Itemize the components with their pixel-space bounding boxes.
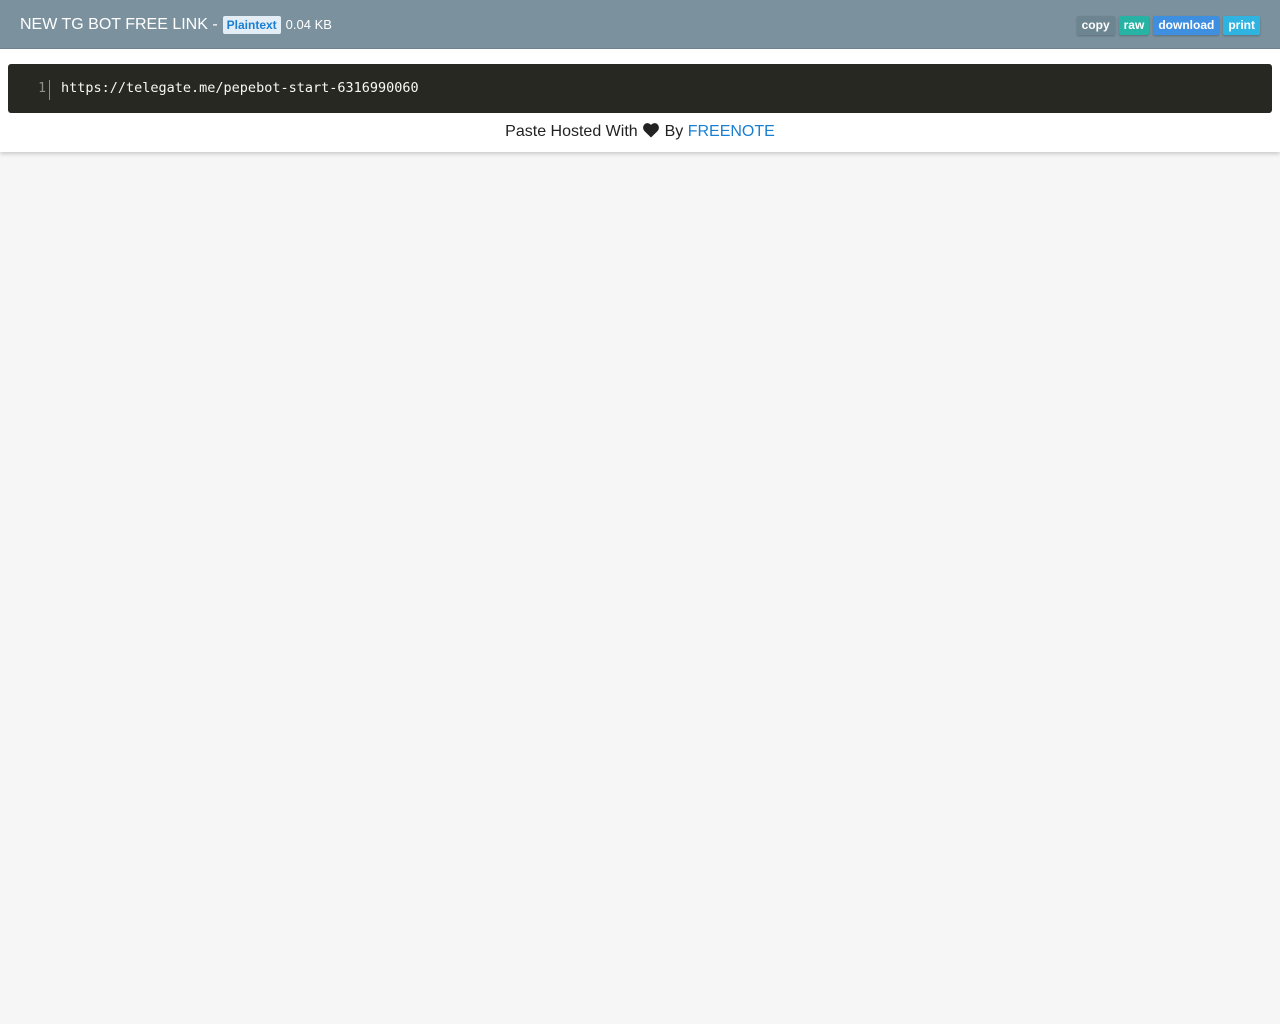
paste-header: NEW TG BOT FREE LINK - Plaintext 0.04 KB… (0, 0, 1280, 49)
paste-actions: copy raw download print (1076, 16, 1260, 35)
code-block[interactable]: 1 https://telegate.me/pepebot-start-6316… (8, 64, 1272, 113)
gutter-divider (49, 80, 50, 100)
code-line[interactable]: https://telegate.me/pepebot-start-631699… (61, 79, 419, 97)
language-badge: Plaintext (222, 16, 281, 34)
line-number: 1 (38, 81, 46, 96)
raw-button[interactable]: raw (1118, 16, 1150, 35)
paste-title: NEW TG BOT FREE LINK - (20, 16, 218, 33)
footer-credit: Paste Hosted With By FREENOTE (0, 121, 1280, 143)
title-row: NEW TG BOT FREE LINK - Plaintext 0.04 KB (20, 15, 332, 35)
footer-prefix: Paste Hosted With (505, 123, 638, 140)
footer-by: By (664, 123, 684, 140)
heart-icon (643, 123, 660, 138)
freenote-link[interactable]: FREENOTE (688, 123, 775, 140)
paste-size: 0.04 KB (285, 17, 332, 32)
print-button[interactable]: print (1223, 16, 1260, 35)
paste-card: NEW TG BOT FREE LINK - Plaintext 0.04 KB… (0, 0, 1280, 152)
copy-button[interactable]: copy (1076, 16, 1115, 35)
download-button[interactable]: download (1153, 16, 1220, 35)
